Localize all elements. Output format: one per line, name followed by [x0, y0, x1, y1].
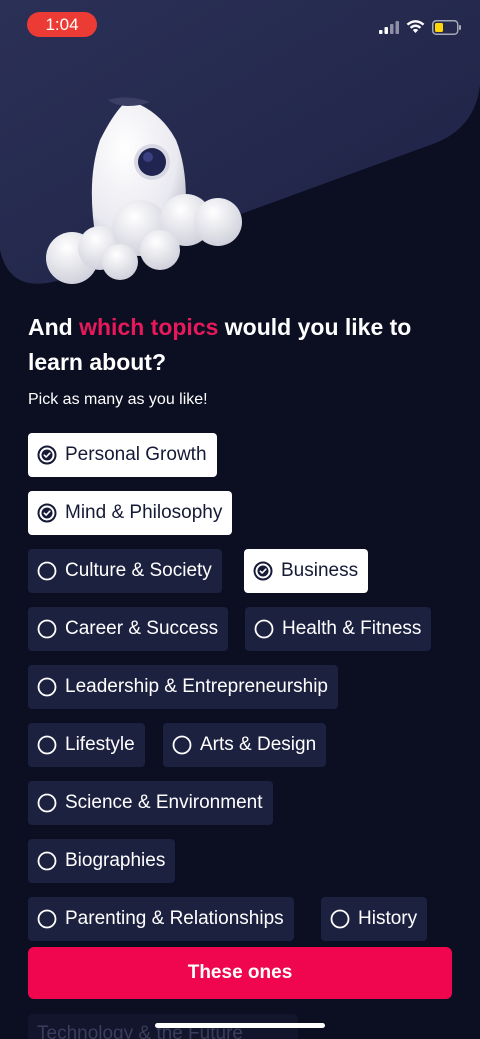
topic-label: Lifestyle — [65, 734, 135, 755]
home-indicator[interactable] — [155, 1023, 325, 1028]
submit-topics-button[interactable]: These ones — [28, 947, 452, 999]
battery-icon — [432, 19, 461, 35]
topic-chip-history[interactable]: History — [321, 897, 428, 941]
radio-unchecked-icon — [37, 735, 65, 755]
topic-label: Culture & Society — [65, 560, 212, 581]
page-subtitle: Pick as many as you like! — [28, 391, 208, 408]
topic-chip-biographies[interactable]: Biographies — [28, 839, 176, 883]
radio-unchecked-icon — [254, 619, 282, 639]
radio-unchecked-icon — [37, 561, 65, 581]
topic-label: Leadership & Entrepreneurship — [65, 676, 329, 697]
topic-label: Mind & Philosophy — [65, 502, 223, 523]
radio-unchecked-icon — [37, 851, 65, 871]
radio-unchecked-icon — [37, 677, 65, 697]
radio-checked-icon — [37, 445, 65, 465]
topic-label: Career & Success — [65, 618, 219, 639]
topic-label: History — [358, 908, 418, 929]
topic-label: Biographies — [65, 850, 166, 871]
status-bar: 1:04 — [0, 0, 480, 50]
topic-label: Science & Environment — [65, 792, 263, 813]
title-accent: which topics — [79, 314, 219, 340]
topic-chip-health-fitness[interactable]: Health & Fitness — [245, 607, 432, 651]
topic-chip-mind-philosophy[interactable]: Mind & Philosophy — [28, 491, 233, 535]
topic-label: Arts & Design — [200, 734, 317, 755]
topic-chip-parenting-relationships[interactable]: Parenting & Relationships — [28, 897, 294, 941]
topic-chip-culture-society[interactable]: Culture & Society — [28, 549, 222, 593]
status-time: 1:04 — [27, 12, 97, 37]
signal-icon — [379, 20, 399, 34]
radio-unchecked-icon — [37, 909, 65, 929]
radio-checked-icon — [37, 503, 65, 523]
topic-chip-arts-design[interactable]: Arts & Design — [163, 723, 327, 767]
topic-chip-lifestyle[interactable]: Lifestyle — [28, 723, 145, 767]
topic-label: Personal Growth — [65, 444, 207, 465]
topic-chip-leadership-entrepreneurship[interactable]: Leadership & Entrepreneurship — [28, 665, 339, 709]
status-icons — [379, 19, 462, 35]
radio-unchecked-icon — [330, 909, 358, 929]
topic-chip-business[interactable]: Business — [244, 549, 369, 593]
page-title: And which topics would you like to learn… — [28, 310, 458, 380]
radio-checked-icon — [253, 561, 281, 581]
topic-chip-science-environment[interactable]: Science & Environment — [28, 781, 273, 825]
topic-label: Parenting & Relationships — [65, 908, 284, 929]
title-prefix: And — [28, 314, 80, 340]
topic-chip-personal-growth[interactable]: Personal Growth — [28, 433, 217, 477]
radio-unchecked-icon — [37, 619, 65, 639]
topic-label: Business — [281, 560, 359, 581]
radio-unchecked-icon — [172, 735, 200, 755]
topic-label: Health & Fitness — [282, 618, 422, 639]
wifi-icon — [406, 20, 425, 33]
radio-unchecked-icon — [37, 793, 65, 813]
topic-chip-career-success[interactable]: Career & Success — [28, 607, 229, 651]
